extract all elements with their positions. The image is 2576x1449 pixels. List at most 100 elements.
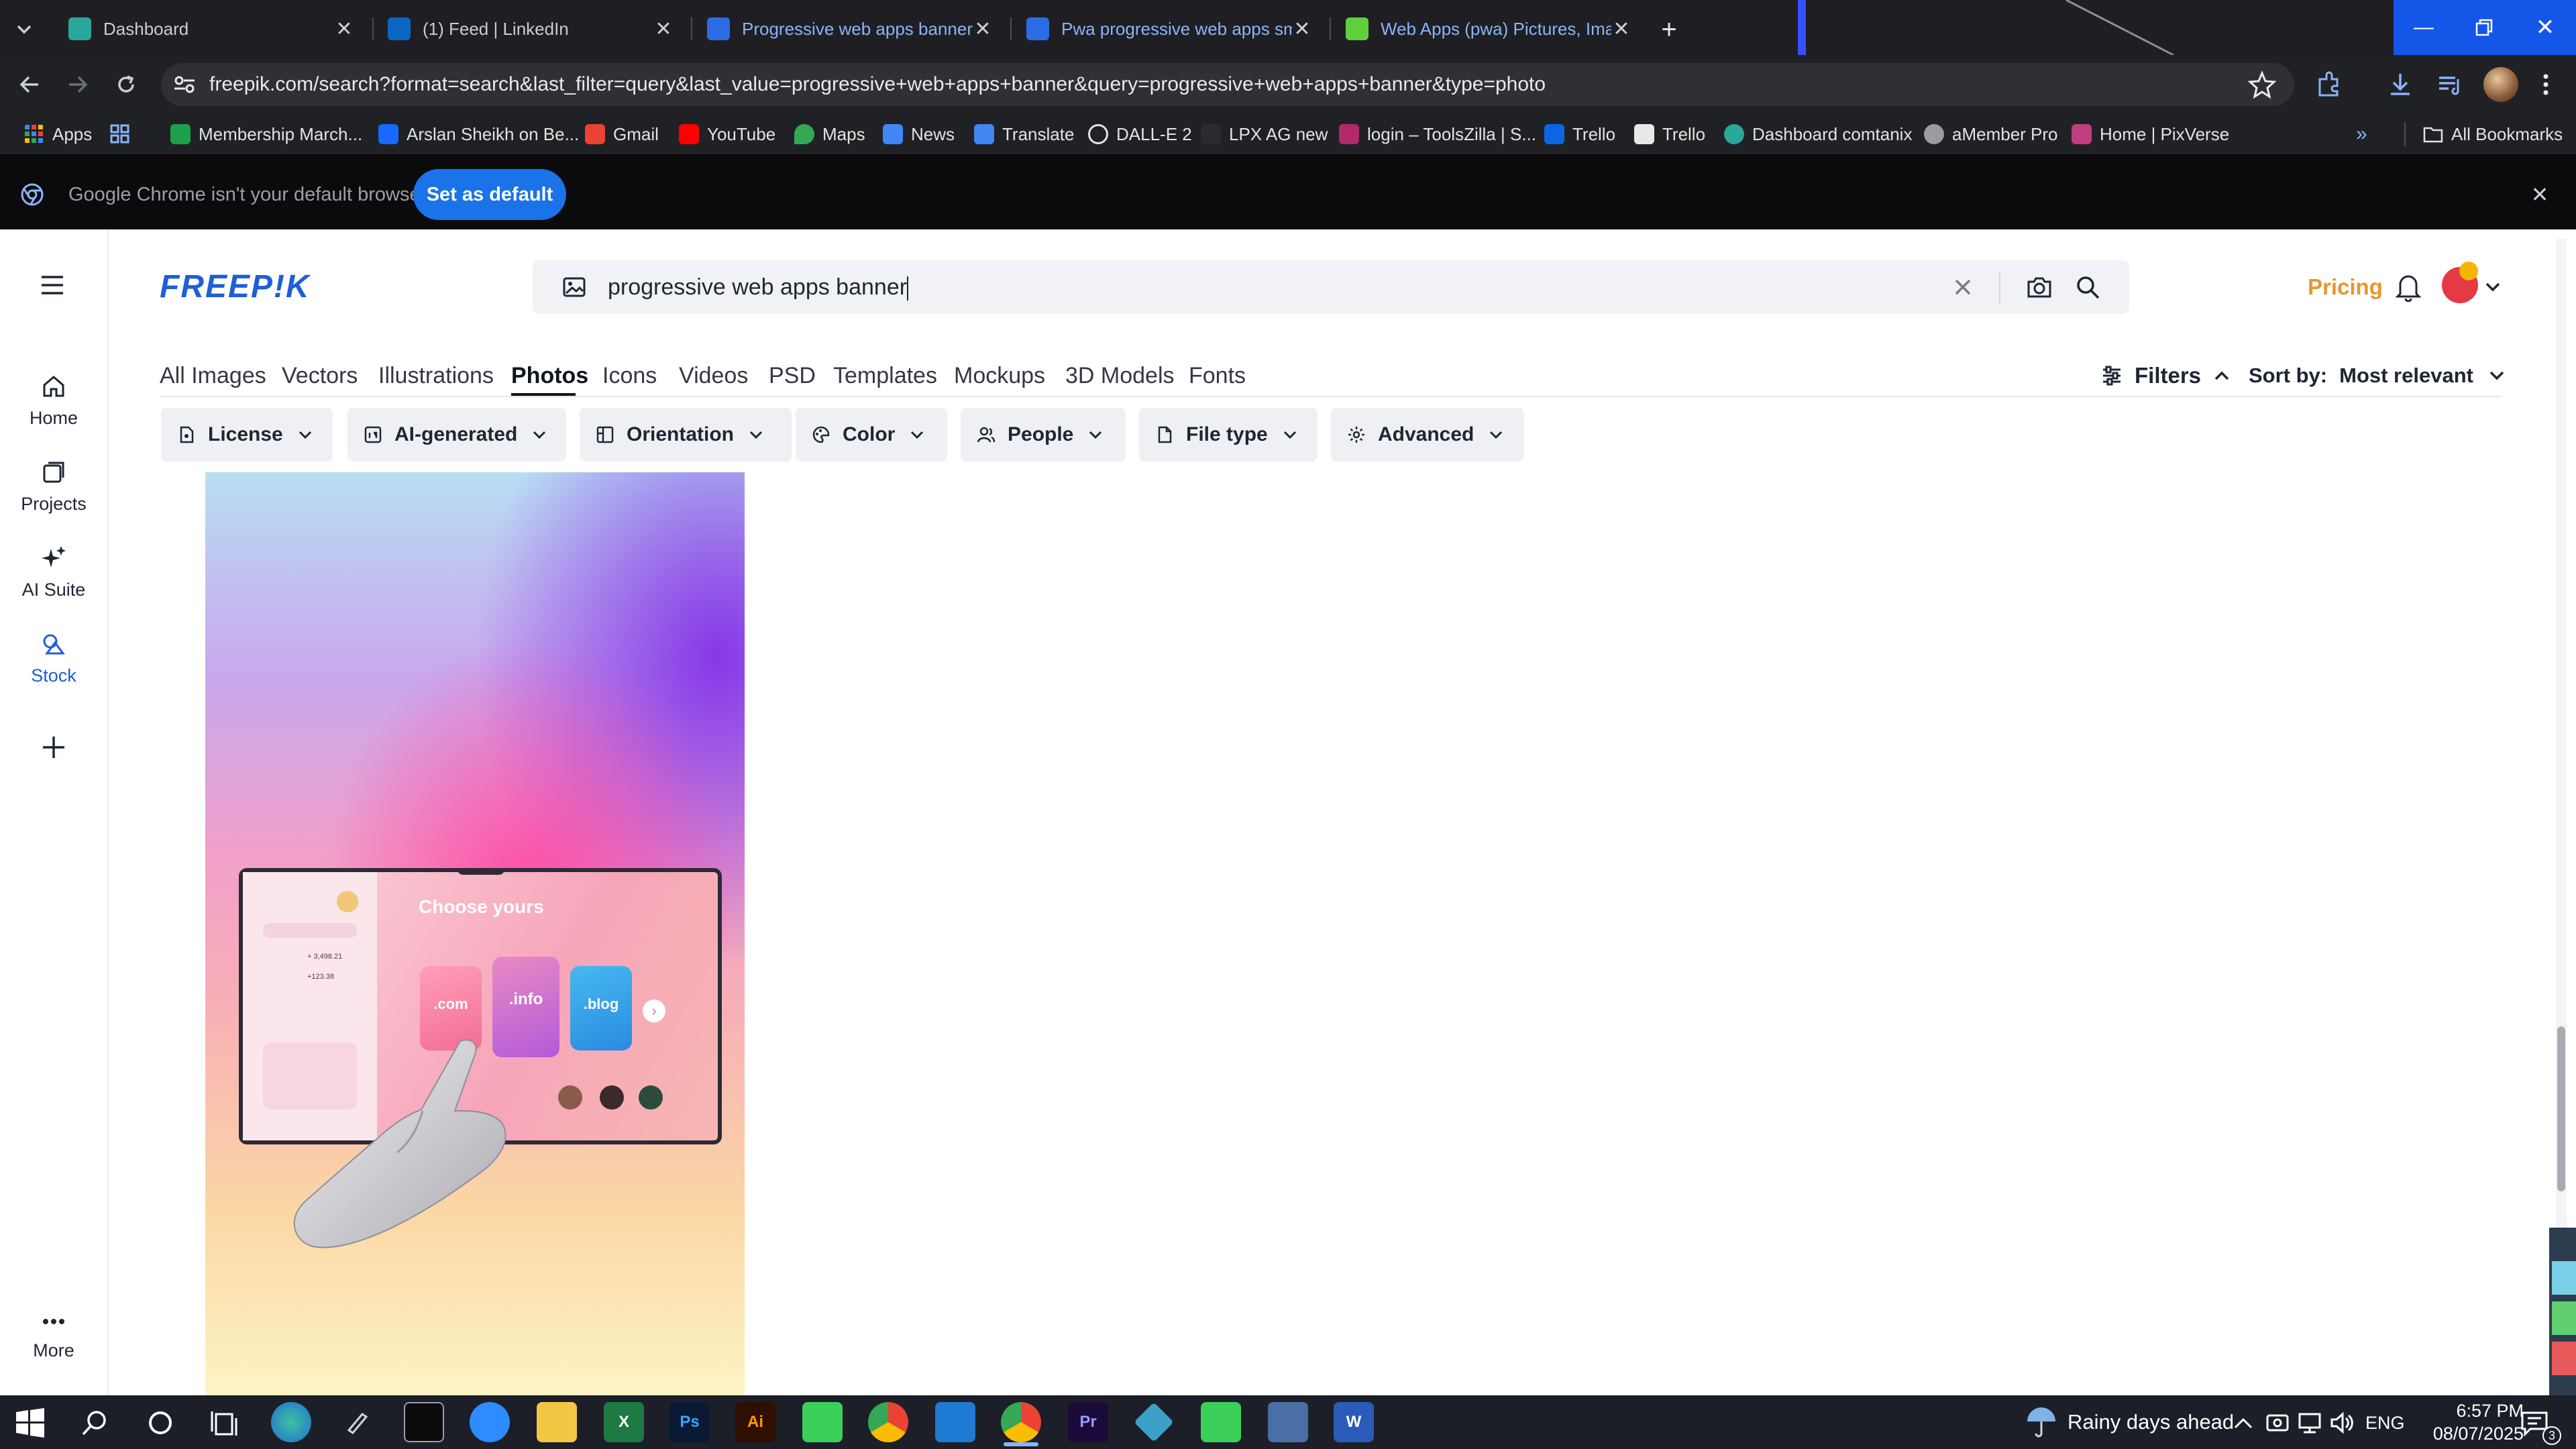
search-input[interactable]: progressive web apps banner	[608, 270, 1949, 305]
bookmark-behance[interactable]: Arslan Sheikh on Be...	[378, 114, 579, 154]
site-info-icon[interactable]	[173, 74, 196, 95]
bookmark-trello-2[interactable]: Trello	[1634, 114, 1705, 154]
language-indicator[interactable]: ENG	[2365, 1410, 2405, 1436]
filters-toggle[interactable]: Filters	[2101, 356, 2231, 396]
tab-search-button[interactable]	[9, 15, 39, 44]
page-scrollbar[interactable]	[2556, 239, 2567, 1393]
taskbar-search-icon[interactable]	[79, 1407, 110, 1438]
bookmark-pixverse[interactable]: Home | PixVerse	[2072, 114, 2229, 154]
tab-icons[interactable]: Icons	[602, 356, 657, 396]
taskbar-pen-tool[interactable]	[337, 1402, 377, 1442]
tab-dashboard[interactable]: Dashboard ✕	[54, 5, 369, 52]
bookmark-translate[interactable]: Translate	[974, 114, 1074, 154]
cortana-icon[interactable]	[145, 1407, 176, 1438]
tab-3d-models[interactable]: 3D Models	[1065, 356, 1175, 396]
taskbar-vscode[interactable]	[935, 1402, 975, 1442]
profile-avatar[interactable]	[2483, 67, 2518, 102]
minimize-button[interactable]: —	[2394, 0, 2454, 55]
bookmark-membership[interactable]: Membership March...	[170, 114, 362, 154]
add-icon[interactable]	[39, 733, 68, 762]
close-icon[interactable]: ✕	[334, 17, 354, 41]
taskbar-terminal[interactable]	[404, 1402, 444, 1442]
tab-web-apps[interactable]: Web Apps (pwa) Pictures, Imag ✕	[1331, 5, 1646, 52]
browser-menu-icon[interactable]	[2536, 70, 2556, 99]
close-icon[interactable]: ✕	[1611, 17, 1631, 41]
restore-button[interactable]	[2454, 0, 2514, 55]
set-as-default-button[interactable]: Set as default	[413, 169, 566, 220]
taskbar-green-app-2[interactable]	[1201, 1402, 1241, 1442]
search-icon[interactable]	[2073, 272, 2102, 302]
clock[interactable]: 6:57 PM 08/07/2025	[2424, 1399, 2524, 1445]
taskbar-illustrator[interactable]: Ai	[735, 1402, 775, 1442]
tab-psd[interactable]: PSD	[769, 356, 816, 396]
taskbar-photoshop[interactable]: Ps	[669, 1402, 710, 1442]
clear-search-icon[interactable]	[1948, 272, 1978, 302]
new-tab-button[interactable]: +	[1654, 15, 1684, 44]
weather-widget[interactable]: Rainy days ahead	[2025, 1403, 2234, 1441]
taskbar-word[interactable]: W	[1334, 1402, 1374, 1442]
freepik-logo[interactable]: FREEP!K	[160, 267, 311, 307]
bookmark-dashboard-comtanix[interactable]: Dashboard comtanix	[1724, 114, 1912, 154]
extensions-icon[interactable]	[2314, 70, 2344, 99]
task-view-icon[interactable]	[209, 1407, 240, 1438]
camera-search-icon[interactable]	[2025, 272, 2054, 302]
bookmark-maps[interactable]: Maps	[794, 114, 865, 154]
tab-groups-icon[interactable]	[110, 114, 130, 154]
notifications-bell-icon[interactable]	[2394, 271, 2423, 302]
filter-ai-generated[interactable]: AI-generated	[347, 408, 566, 462]
downloads-icon[interactable]	[2385, 70, 2415, 99]
tab-freepik-active[interactable]: Progressive web apps banner P ✕	[692, 5, 1008, 52]
infobar-close-icon[interactable]: ✕	[2528, 182, 2552, 207]
bookmark-trello-1[interactable]: Trello	[1544, 114, 1615, 154]
address-bar[interactable]: freepik.com/search?format=search&last_fi…	[161, 63, 2294, 106]
tab-photos[interactable]: Photos	[511, 356, 588, 396]
sort-dropdown[interactable]: Sort by: Most relevant	[2249, 356, 2506, 396]
meet-now-icon[interactable]	[2265, 1410, 2290, 1436]
start-button[interactable]	[15, 1407, 46, 1438]
tab-templates[interactable]: Templates	[833, 356, 937, 396]
taskbar-excel[interactable]: X	[604, 1402, 644, 1442]
tab-linkedin[interactable]: (1) Feed | LinkedIn ✕	[373, 5, 688, 52]
bookmark-news[interactable]: News	[883, 114, 955, 154]
taskbar-chrome-profile[interactable]	[1001, 1402, 1041, 1442]
filter-advanced[interactable]: Advanced	[1331, 408, 1524, 462]
network-icon[interactable]	[2297, 1410, 2322, 1436]
tab-mockups[interactable]: Mockups	[954, 356, 1045, 396]
taskbar-zoom[interactable]	[470, 1402, 510, 1442]
tab-illustrations[interactable]: Illustrations	[378, 356, 494, 396]
volume-icon[interactable]	[2329, 1410, 2355, 1436]
taskbar-premiere[interactable]: Pr	[1068, 1402, 1108, 1442]
filter-orientation[interactable]: Orientation	[580, 408, 792, 462]
close-icon[interactable]: ✕	[653, 17, 674, 41]
forward-button[interactable]	[62, 68, 94, 101]
bookmark-apps[interactable]: Apps	[24, 114, 92, 154]
tab-videos[interactable]: Videos	[679, 356, 748, 396]
nav-stock[interactable]: Stock	[0, 631, 107, 686]
tab-freepik-pwa[interactable]: Pwa progressive web apps sma ✕	[1012, 5, 1327, 52]
close-icon[interactable]: ✕	[1292, 17, 1312, 41]
tab-all-images[interactable]: All Images	[160, 356, 266, 396]
back-button[interactable]	[13, 68, 46, 101]
nav-projects[interactable]: Projects	[0, 459, 107, 515]
floating-side-widget[interactable]	[2549, 1228, 2576, 1395]
taskbar-edge[interactable]	[271, 1402, 311, 1442]
nav-ai-suite[interactable]: AI Suite	[0, 545, 107, 600]
tab-fonts[interactable]: Fonts	[1189, 356, 1246, 396]
bookmark-lpx[interactable]: LPX AG new	[1201, 114, 1328, 154]
bookmark-amember[interactable]: aMember Pro	[1924, 114, 2058, 154]
tab-vectors[interactable]: Vectors	[282, 356, 358, 396]
bookmark-youtube[interactable]: YouTube	[679, 114, 775, 154]
bookmark-star-icon[interactable]	[2247, 70, 2277, 99]
close-icon[interactable]: ✕	[973, 17, 993, 41]
taskbar-calculator[interactable]	[1268, 1402, 1308, 1442]
account-menu-chevron-icon[interactable]	[2483, 278, 2502, 297]
media-controls-icon[interactable]	[2435, 70, 2465, 99]
taskbar-chrome[interactable]	[868, 1402, 908, 1442]
image-search-mode-icon[interactable]	[562, 275, 586, 299]
window-close-button[interactable]: ✕	[2514, 0, 2576, 55]
taskbar-file-explorer[interactable]	[537, 1402, 577, 1442]
bookmark-gmail[interactable]: Gmail	[585, 114, 659, 154]
pricing-link[interactable]: Pricing	[2308, 272, 2383, 302]
reload-button[interactable]	[110, 68, 142, 101]
filter-license[interactable]: License	[161, 408, 333, 462]
